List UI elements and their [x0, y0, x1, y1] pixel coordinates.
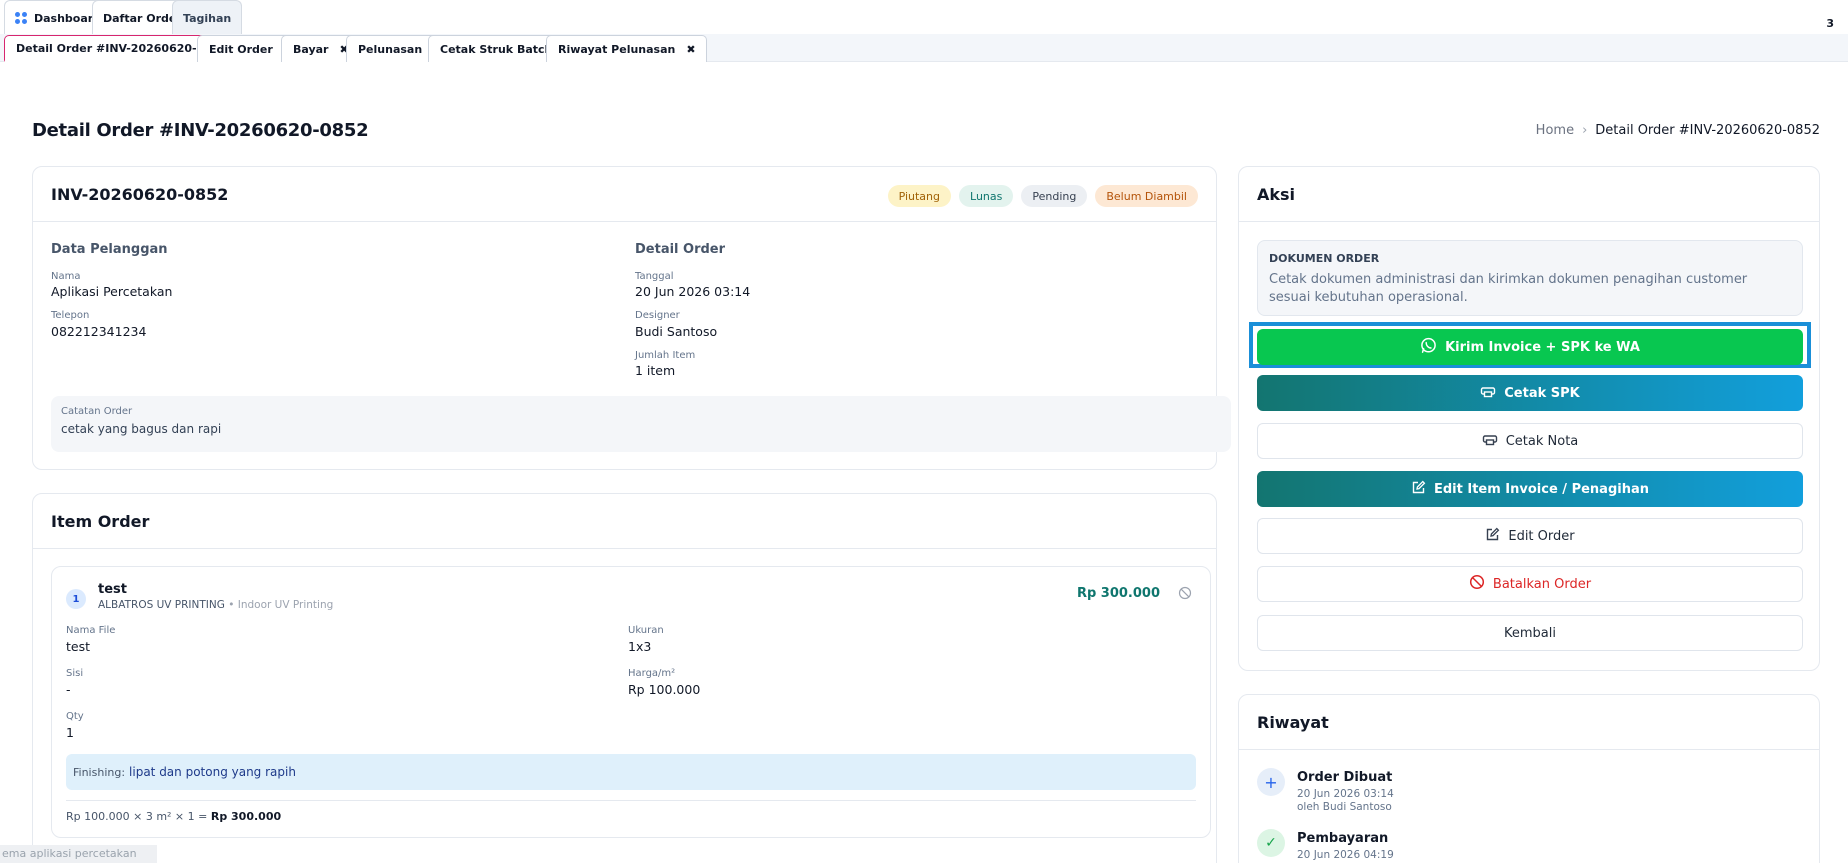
item-order-title: Item Order	[33, 494, 1216, 549]
breadcrumb-current: Detail Order #INV-20260620-0852	[1595, 123, 1820, 138]
history-title: Riwayat	[1239, 695, 1819, 750]
printer-icon	[1482, 432, 1498, 450]
size-label: Ukuran	[628, 625, 664, 636]
print-nota-button[interactable]: Cetak Nota	[1257, 423, 1803, 459]
close-icon[interactable]: ✖	[686, 43, 695, 56]
item-number: 1	[66, 589, 86, 609]
finishing-info: Finishing: lipat dan potong yang rapih	[66, 754, 1196, 790]
customer-phone: 082212341234	[51, 324, 147, 339]
side-label: Sisi	[66, 668, 84, 679]
customer-name: Aplikasi Percetakan	[51, 284, 173, 299]
plus-icon: +	[1257, 768, 1285, 796]
item-count-label: Jumlah Item	[635, 350, 696, 361]
item-side: -	[66, 682, 71, 697]
item-size: 1x3	[628, 639, 652, 654]
ban-icon[interactable]	[1178, 586, 1192, 600]
order-note: Catatan Order cetak yang bagus dan rapi	[51, 396, 1231, 452]
actions-card: Aksi DOKUMEN ORDER Cetak dokumen adminis…	[1238, 166, 1820, 671]
item-count: 1 item	[635, 363, 676, 378]
history-entry-time: 20 Jun 2026 04:19	[1297, 849, 1394, 861]
price-per-m2-label: Harga/m²	[628, 668, 676, 679]
history-entry-by: oleh Budi Santoso	[1297, 801, 1392, 813]
order-detail-card: INV-20260620-0852 Piutang Lunas Pending …	[32, 166, 1231, 470]
check-icon: ✓	[1257, 829, 1285, 857]
ban-icon	[1469, 574, 1485, 594]
whatsapp-icon	[1420, 337, 1437, 358]
subtab-riwayat-pelunasan[interactable]: Riwayat Pelunasan ✖	[546, 35, 707, 62]
file-name: test	[66, 639, 91, 654]
order-section-title: Detail Order	[635, 242, 726, 257]
history-card: Riwayat + Order Dibuat 20 Jun 2026 03:14…	[1238, 694, 1820, 863]
status-badge-pending: Pending	[1021, 185, 1088, 207]
order-date: 20 Jun 2026 03:14	[635, 284, 751, 299]
breadcrumb-home[interactable]: Home	[1536, 123, 1574, 138]
price-calculation: Rp 100.000 × 3 m² × 1 = Rp 300.000	[66, 800, 1196, 823]
status-badges: Piutang Lunas Pending Belum Diambil	[887, 185, 1198, 207]
item-price: Rp 300.000	[1076, 586, 1160, 601]
date-label: Tanggal	[635, 271, 674, 282]
breadcrumb: Home › Detail Order #INV-20260620-0852	[1536, 123, 1820, 138]
item-name: test	[98, 582, 127, 597]
print-spk-button[interactable]: Cetak SPK	[1257, 375, 1803, 411]
file-name-label: Nama File	[66, 625, 116, 636]
doc-description: Cetak dokumen administrasi dan kirimkan …	[1269, 272, 1748, 305]
edit-order-button[interactable]: Edit Order	[1257, 518, 1803, 554]
phone-label: Telepon	[51, 310, 90, 321]
name-label: Nama	[51, 271, 81, 282]
back-button[interactable]: Kembali	[1257, 615, 1803, 651]
item-qty: 1	[66, 725, 74, 740]
actions-title: Aksi	[1239, 167, 1819, 222]
tab-counter: 3	[1826, 17, 1834, 30]
item-order-card: Item Order 1 test ALBATROS UV PRINTING •…	[32, 493, 1217, 863]
status-badge-lunas: Lunas	[959, 185, 1014, 207]
grid-icon	[15, 12, 27, 24]
designer-label: Designer	[635, 310, 680, 321]
qty-label: Qty	[66, 711, 84, 722]
history-entry-title: Order Dibuat	[1297, 770, 1393, 785]
list-item: 1 test ALBATROS UV PRINTING • Indoor UV …	[51, 566, 1211, 838]
note-label: Catatan Order	[61, 406, 133, 417]
note-text: cetak yang bagus dan rapi	[61, 422, 222, 436]
cancel-order-button[interactable]: Batalkan Order	[1257, 566, 1803, 602]
status-badge-belum-diambil: Belum Diambil	[1095, 185, 1198, 207]
history-entry-title: Pembayaran	[1297, 831, 1389, 846]
page-title: Detail Order #INV-20260620-0852	[32, 120, 369, 141]
document-order-info: DOKUMEN ORDER Cetak dokumen administrasi…	[1257, 240, 1803, 316]
watermark: ema aplikasi percetakan	[0, 845, 157, 863]
order-designer: Budi Santoso	[635, 324, 718, 339]
edit-icon	[1485, 527, 1500, 546]
customer-section-title: Data Pelanggan	[51, 242, 168, 257]
printer-icon	[1480, 384, 1496, 402]
chevron-right-icon: ›	[1582, 123, 1588, 138]
edit-invoice-button[interactable]: Edit Item Invoice / Penagihan	[1257, 471, 1803, 507]
edit-icon	[1411, 480, 1426, 499]
tab-tagihan[interactable]: Tagihan	[172, 0, 243, 35]
history-entry-time: 20 Jun 2026 03:14	[1297, 788, 1394, 800]
doc-heading: DOKUMEN ORDER	[1269, 252, 1380, 265]
sub-tab-bar: Detail Order #INV-20260620-0852 ✖ Edit O…	[0, 34, 1848, 62]
item-subtitle: ALBATROS UV PRINTING • Indoor UV Printin…	[98, 599, 334, 611]
status-badge-piutang: Piutang	[887, 185, 952, 207]
top-tab-bar: Dashboard Daftar Order Tagihan 3	[0, 0, 1848, 36]
send-wa-button[interactable]: Kirim Invoice + SPK ke WA	[1257, 329, 1803, 365]
price-per-m2: Rp 100.000	[628, 682, 701, 697]
